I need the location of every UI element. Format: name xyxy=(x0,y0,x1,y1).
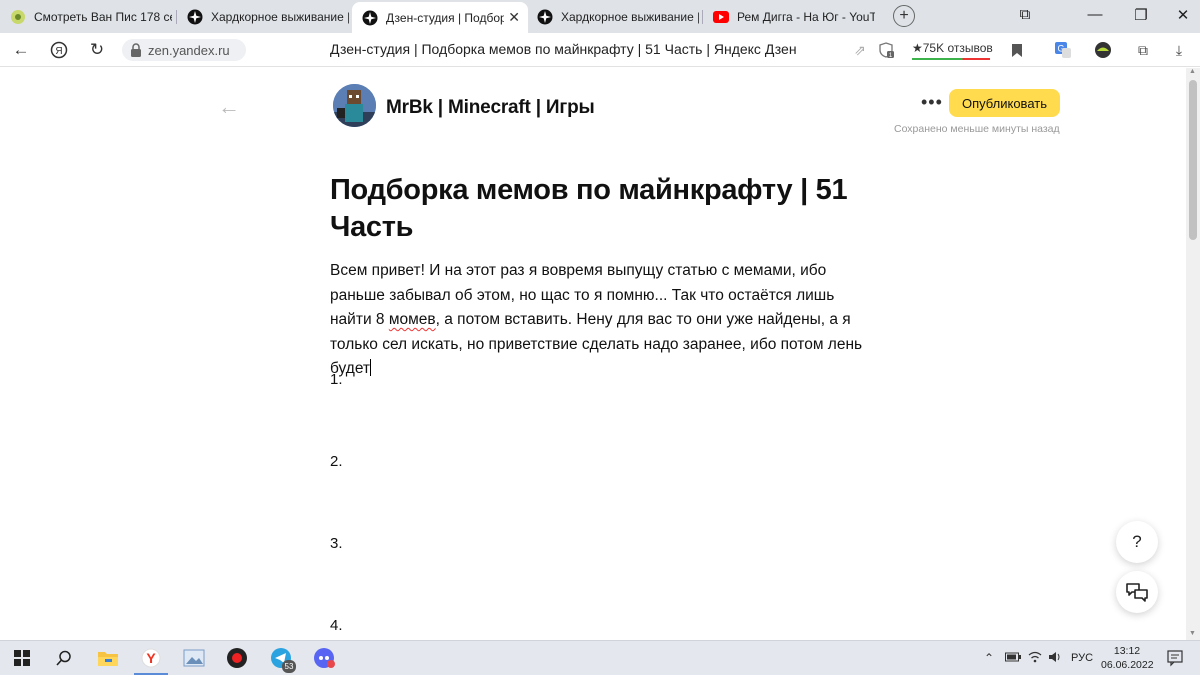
restore-icon[interactable]: ❐ xyxy=(1131,6,1151,24)
zen-icon xyxy=(362,10,378,26)
tab-zen-studio[interactable]: Дзен-студия | Подборк ✕ xyxy=(352,2,528,33)
tab-label: Рем Дигга - На Юг - YouTu xyxy=(737,10,875,24)
new-tab-button[interactable]: + xyxy=(893,5,915,27)
clock[interactable]: 13:12 06.06.2022 xyxy=(1101,644,1154,672)
tab-label: Хардкорное выживание | xyxy=(561,10,699,24)
page-title: Дзен-студия | Подборка мемов по майнкраф… xyxy=(330,41,797,57)
avatar[interactable] xyxy=(333,84,376,127)
help-button[interactable]: ? xyxy=(1116,521,1158,563)
tab-manager-icon[interactable]: ⧉ xyxy=(1015,6,1035,23)
telegram-badge: 53 xyxy=(282,660,296,673)
bookmark-icon[interactable] xyxy=(1008,41,1026,59)
youtube-icon xyxy=(713,9,729,25)
share-icon[interactable]: ⇗ xyxy=(851,41,869,59)
tab-label: Дзен-студия | Подборк xyxy=(386,10,504,25)
search-icon[interactable] xyxy=(51,645,77,671)
discord-icon[interactable] xyxy=(311,645,337,671)
svg-text:Y: Y xyxy=(146,650,156,666)
misspelled-word[interactable]: момев xyxy=(389,311,436,328)
tab-hardcore-1[interactable]: Хардкорное выживание | xyxy=(177,3,349,31)
download-icon[interactable]: ⤓ xyxy=(1170,41,1188,59)
notifications-icon[interactable] xyxy=(1166,649,1184,667)
address-bar: ← Я ↻ zen.yandex.ru Дзен-студия | Подбор… xyxy=(0,33,1200,67)
feedback-button[interactable] xyxy=(1116,571,1158,613)
minimize-icon[interactable]: — xyxy=(1085,6,1105,23)
list-item[interactable]: 3. xyxy=(330,535,343,552)
reload-icon[interactable]: ↻ xyxy=(86,39,108,61)
reviews-text: ★75K отзывов xyxy=(912,41,993,55)
url-field[interactable]: zen.yandex.ru xyxy=(122,39,246,61)
url-text: zen.yandex.ru xyxy=(148,42,230,58)
extension-icon[interactable] xyxy=(1094,41,1112,59)
taskbar: Y 53 ⌃ РУС 13:12 06.06.2022 xyxy=(0,640,1200,675)
tab-label: Хардкорное выживание | xyxy=(211,10,349,24)
windows-start-icon[interactable] xyxy=(9,645,35,671)
chat-icon xyxy=(1126,583,1148,602)
editor-page: ← MrBk | Minecraft | Игры ••• Опубликова… xyxy=(0,68,1186,640)
scrollbar[interactable]: ▲ ▼ xyxy=(1186,68,1200,640)
yandex-icon[interactable]: Я xyxy=(48,39,70,61)
zen-icon xyxy=(537,9,553,25)
back-arrow-icon[interactable]: ← xyxy=(218,94,240,120)
list-item[interactable]: 1. xyxy=(330,371,343,388)
saved-status: Сохранено меньше минуты назад xyxy=(894,123,1060,135)
scrollbar-thumb[interactable] xyxy=(1189,80,1197,240)
tab-one-piece[interactable]: Смотреть Ван Пис 178 сер xyxy=(0,3,172,31)
battery-icon[interactable] xyxy=(1005,651,1021,665)
help-label: ? xyxy=(1132,532,1142,551)
text-caret xyxy=(370,359,372,376)
reviews-link[interactable]: ★75K отзывов xyxy=(912,41,993,60)
article-title[interactable]: Подборка мемов по майнкрафту | 51 Часть xyxy=(330,172,890,246)
image-viewer-icon[interactable] xyxy=(181,645,207,671)
back-icon[interactable]: ← xyxy=(10,39,32,61)
time: 13:12 xyxy=(1113,645,1141,657)
scroll-up-icon[interactable]: ▲ xyxy=(1189,68,1196,75)
tray-expand-icon[interactable]: ⌃ xyxy=(984,651,994,665)
yandex-browser-icon[interactable]: Y xyxy=(138,645,164,671)
collections-icon[interactable]: ⧉ xyxy=(1134,41,1152,59)
close-icon[interactable]: ✕ xyxy=(508,9,520,26)
translate-icon[interactable]: G xyxy=(1054,41,1072,59)
svg-text:Я: Я xyxy=(55,46,62,57)
more-icon[interactable]: ••• xyxy=(921,92,943,113)
tab-hardcore-2[interactable]: Хардкорное выживание | xyxy=(527,3,699,31)
file-explorer-icon[interactable] xyxy=(95,645,121,671)
scroll-down-icon[interactable]: ▼ xyxy=(1189,630,1196,637)
list-item[interactable]: 2. xyxy=(330,453,343,470)
wifi-icon[interactable] xyxy=(1028,651,1042,666)
anime-icon xyxy=(10,9,26,25)
date: 06.06.2022 xyxy=(1101,659,1154,671)
protect-icon[interactable]: 1 xyxy=(877,41,895,59)
tab-bar: Смотреть Ван Пис 178 сер Хардкорное выжи… xyxy=(0,0,1200,33)
article-body[interactable]: Всем привет! И на этот раз я вовремя вып… xyxy=(330,259,870,382)
lock-icon xyxy=(131,43,141,57)
publish-button[interactable]: Опубликовать xyxy=(949,89,1060,117)
list-item[interactable]: 4. xyxy=(330,617,343,634)
reviews-rating-bar xyxy=(912,58,990,60)
volume-icon[interactable] xyxy=(1048,651,1062,666)
tab-label: Смотреть Ван Пис 178 сер xyxy=(34,10,172,24)
channel-name[interactable]: MrBk | Minecraft | Игры xyxy=(386,97,595,119)
zen-icon xyxy=(187,9,203,25)
tab-youtube[interactable]: Рем Дигга - На Юг - YouTu xyxy=(703,3,875,31)
language-indicator[interactable]: РУС xyxy=(1071,652,1093,664)
recorder-icon[interactable] xyxy=(224,645,250,671)
close-window-icon[interactable]: ✕ xyxy=(1173,6,1193,24)
